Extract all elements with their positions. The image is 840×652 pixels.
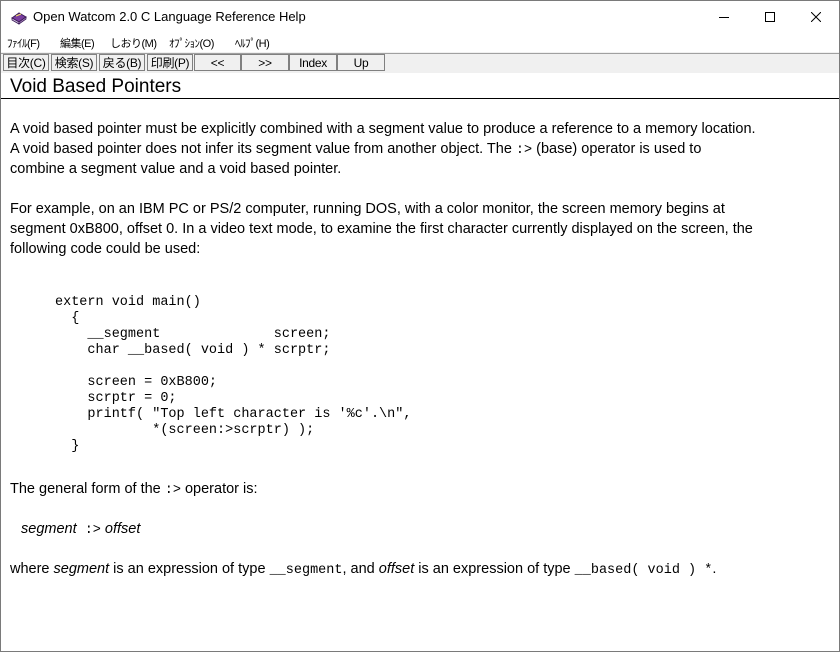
button-bar: 目次(C) 検索(S) 戻る(B) 印刷(P) << >> Index Up <box>1 53 839 74</box>
paragraph-general-form: The general form of the :> operator is: <box>10 479 835 499</box>
menu-help[interactable]: ﾍﾙﾌﾟ(H) <box>235 35 270 51</box>
paragraph-intro: A void based pointer must be explicitly … <box>10 119 835 179</box>
term-segment: segment <box>53 561 110 577</box>
text-run: , and <box>342 561 379 577</box>
close-button[interactable] <box>793 1 839 33</box>
menu-bar: ﾌｧｲﾙ(F) 編集(E) しおり(M) ｵﾌﾟｼｮﾝ(O) ﾍﾙﾌﾟ(H) <box>1 33 839 53</box>
minimize-icon <box>719 17 729 18</box>
minimize-button[interactable] <box>701 1 747 33</box>
close-icon <box>811 12 821 22</box>
menu-edit[interactable]: 編集(E) <box>60 35 95 51</box>
help-book-icon <box>11 9 27 25</box>
contents-button[interactable]: 目次(C) <box>3 54 49 71</box>
code-example: extern void main() { __segment screen; c… <box>55 295 412 454</box>
syntax-offset: offset <box>104 521 141 537</box>
text-line: where segment is an expression of type _… <box>10 559 835 579</box>
text-run: . <box>712 561 717 577</box>
syntax-segment: segment <box>21 521 77 537</box>
search-button[interactable]: 検索(S) <box>51 54 97 71</box>
text-run: is an expression of type <box>414 561 575 577</box>
term-offset: offset <box>378 561 415 577</box>
menu-options[interactable]: ｵﾌﾟｼｮﾝ(O) <box>169 35 214 51</box>
base-operator: :> <box>515 143 533 158</box>
text-run: operator is: <box>180 481 258 497</box>
title-bar[interactable]: Open Watcom 2.0 C Language Reference Hel… <box>1 1 839 33</box>
text-line: A void based pointer must be explicitly … <box>10 121 756 137</box>
menu-bookmarks[interactable]: しおり(M) <box>110 35 157 51</box>
back-button[interactable]: 戻る(B) <box>99 54 145 71</box>
index-button[interactable]: Index <box>289 54 337 71</box>
paragraph-where: where segment is an expression of type _… <box>10 559 835 579</box>
text-line: A void based pointer does not infer its … <box>10 139 835 159</box>
text-line: The general form of the :> operator is: <box>10 479 835 499</box>
up-button[interactable]: Up <box>337 54 385 71</box>
text-run: A void based pointer does not infer its … <box>10 141 516 157</box>
type-based-pointer: __based( void ) * <box>574 563 713 578</box>
type-segment: __segment <box>269 563 343 578</box>
syntax-line: segment :> offset <box>21 519 839 539</box>
text-line: For example, on an IBM PC or PS/2 comput… <box>10 201 725 217</box>
menu-file[interactable]: ﾌｧｲﾙ(F) <box>7 35 40 51</box>
text-run: (base) operator is used to <box>536 141 702 157</box>
help-window: Open Watcom 2.0 C Language Reference Hel… <box>0 0 840 652</box>
text-line: combine a segment value and a void based… <box>10 161 342 177</box>
text-line: segment :> offset <box>21 519 839 539</box>
base-operator: :> <box>164 483 181 498</box>
window-title: Open Watcom 2.0 C Language Reference Hel… <box>33 9 306 24</box>
text-run: is an expression of type <box>109 561 270 577</box>
previous-topic-button[interactable]: << <box>194 54 241 71</box>
maximize-button[interactable] <box>747 1 793 33</box>
print-button[interactable]: 印刷(P) <box>147 54 193 71</box>
topic-title: Void Based Pointers <box>10 76 182 97</box>
next-topic-button[interactable]: >> <box>241 54 289 71</box>
paragraph-example: For example, on an IBM PC or PS/2 comput… <box>10 199 835 259</box>
text-line: segment 0xB800, offset 0. In a video tex… <box>10 221 753 237</box>
topic-content: A void based pointer must be explicitly … <box>1 99 839 651</box>
text-run: where <box>10 561 54 577</box>
topic-header: Void Based Pointers <box>1 73 839 99</box>
text-line: following code could be used: <box>10 241 201 257</box>
text-run: The general form of the <box>10 481 165 497</box>
maximize-icon <box>765 12 775 22</box>
syntax-operator: :> <box>84 523 101 538</box>
